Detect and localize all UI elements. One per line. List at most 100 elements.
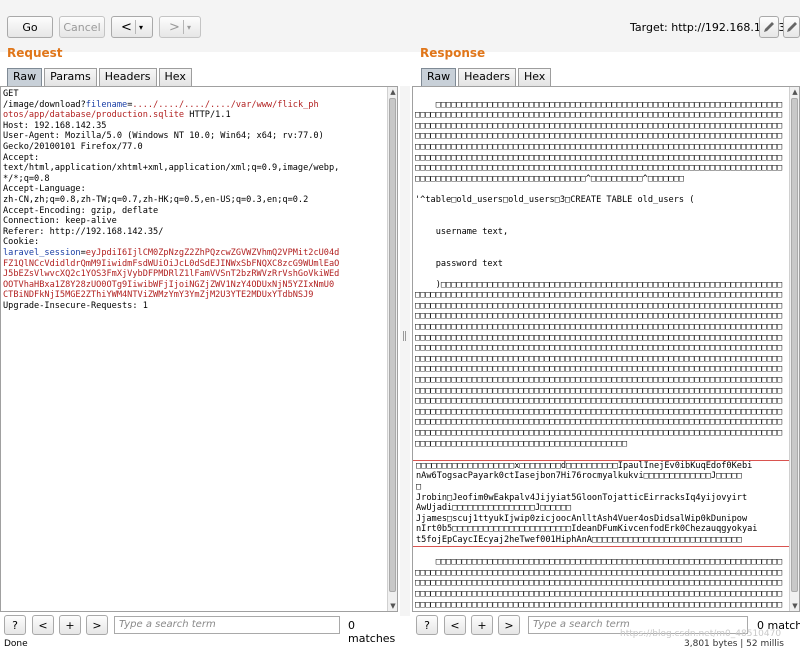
previous-match-button[interactable]: < [32, 615, 54, 635]
watermark: https://blog.csdn.net/m0_48510470 [620, 629, 782, 639]
top-toolbar: Go Cancel < ▾ > ▾ Target: http://192.168… [0, 0, 800, 52]
request-text-segment: Host: 192.168.142.35 [3, 120, 107, 131]
tab-request-hex[interactable]: Hex [158, 68, 192, 86]
response-table-line: username text, [415, 226, 509, 237]
request-line: Gecko/20100101 Firefox/77.0 [3, 142, 385, 153]
request-text-segment: zh-CN,zh;q=0.8,zh-TW;q=0.7,zh-HK;q=0.5,e… [3, 194, 309, 205]
response-scrollbar[interactable]: ▲ ▼ [789, 87, 799, 611]
request-text-segment: Connection: keep-alive [3, 216, 117, 227]
tab-response-headers[interactable]: Headers [458, 68, 516, 86]
param-name: laravel_session [3, 247, 81, 258]
request-text-segment: Accept-Encoding: gzip, deflate [3, 205, 159, 216]
request-line: J5bEZsVlwvcXQ2c1YOS3FmXjVybDFPMDRlZ1lFam… [3, 269, 385, 280]
request-line: Cookie: [3, 237, 385, 248]
request-line: Accept-Language: [3, 184, 385, 195]
request-text-segment: Accept-Language: [3, 184, 86, 195]
request-text-segment: GET [3, 89, 19, 99]
request-text[interactable]: GET/image/download?filename=..../..../..… [1, 87, 397, 311]
previous-match-button[interactable]: < [444, 615, 466, 635]
response-text[interactable]: □□□□□□□□□□□□□□□□□□□□□□□□□□□□□□□□□□□□□□□□… [413, 87, 799, 611]
scroll-down-icon[interactable]: ▼ [389, 602, 397, 610]
tab-request-headers[interactable]: Headers [98, 68, 157, 86]
forward-dropdown-icon[interactable]: ▾ [187, 23, 191, 32]
request-text-segment: text/html,application/xhtml+xml,applicat… [3, 163, 340, 174]
request-search-bar: ? < + > Type a search term 0 matches [0, 615, 400, 645]
scroll-thumb[interactable] [389, 98, 396, 592]
panel-divider[interactable] [400, 86, 410, 616]
param-value: OOTVhaHBxa1Z8Y28zUO0OTg9IiwibWFjIjoiNGZj… [3, 279, 335, 290]
param-value: CTBiNDFkNjI5MGE2ZThiYWM4NTViZWMzYmY3YmZj… [3, 290, 314, 301]
credential-line: Jjames□scuj1ttyukIjwip0zicjoocAnlltAsh4V… [416, 513, 748, 524]
credential-line: nIrt0b5□□□□□□□□□□□□□□□□□□□□□□□IdeanDFumK… [416, 524, 758, 535]
response-table-line: password text [415, 258, 503, 269]
request-text-segment: Referer: http://192.168.142.35/ [3, 226, 164, 237]
help-button[interactable]: ? [416, 615, 438, 635]
request-text-segment: Upgrade-Insecure-Requests: 1 [3, 300, 148, 311]
response-tabs: Raw Headers Hex [421, 68, 553, 86]
response-binary-block: □□□□□□□□□□□□□□□□□□□□□□□□□□□□□□□□□□□□□□□□… [415, 557, 783, 611]
scroll-up-icon[interactable]: ▲ [791, 88, 799, 96]
request-text-segment: /image/download? [3, 99, 86, 110]
request-text-segment: */*;q=0.8 [3, 173, 50, 184]
credential-line: □□□□□□□□□□□□□□□□□□□x□□□□□□□□d□□□□□□□□□□I… [416, 460, 753, 471]
response-editor[interactable]: □□□□□□□□□□□□□□□□□□□□□□□□□□□□□□□□□□□□□□□□… [412, 86, 800, 612]
edit-target-button[interactable] [759, 16, 779, 38]
add-button[interactable]: + [59, 615, 81, 635]
request-line: FZ1QlNCcVdidldrQmM9IiwidmFsdWUiOiJcL0dSd… [3, 259, 385, 270]
response-table-line: '^table□old_users□old_users□3□CREATE TAB… [415, 194, 695, 205]
request-title: Request [7, 46, 63, 60]
response-size: 3,801 bytes | 52 millis [684, 639, 784, 649]
request-line: Accept-Encoding: gzip, deflate [3, 206, 385, 217]
response-binary-block: )□□□□□□□□□□□□□□□□□□□□□□□□□□□□□□□□□□□□□□□… [415, 279, 783, 449]
param-value: ..../..../..../..../var/www/flick_ph [132, 99, 319, 110]
request-line: User-Agent: Mozilla/5.0 (Windows NT 10.0… [3, 131, 385, 142]
response-binary-block: □□□□□□□□□□□□□□□□□□□□□□□□□□□□□□□□□□□□□□□□… [415, 99, 783, 184]
pencil-icon [764, 22, 774, 32]
next-match-button[interactable]: > [86, 615, 108, 635]
response-title: Response [420, 46, 486, 60]
param-value: J5bEZsVlwvcXQ2c1YOS3FmXjVybDFPMDRlZ1lFam… [3, 269, 340, 280]
credential-line: □ [416, 481, 422, 492]
status-bar: Done 3,801 bytes | 52 millis [0, 639, 800, 649]
request-line: zh-CN,zh;q=0.8,zh-TW;q=0.7,zh-HK;q=0.5,e… [3, 195, 385, 206]
request-text-segment: User-Agent: Mozilla/5.0 (Windows NT 10.0… [3, 131, 324, 142]
next-match-button[interactable]: > [498, 615, 520, 635]
help-button[interactable] [783, 16, 800, 38]
scroll-down-icon[interactable]: ▼ [791, 602, 799, 610]
request-editor[interactable]: GET/image/download?filename=..../..../..… [0, 86, 398, 612]
tab-response-hex[interactable]: Hex [517, 68, 552, 86]
param-value: eyJpdiI6IjlCM0ZpNzgZ2ZhPQzcwZGVWZVhmQ2VP… [85, 247, 340, 258]
forward-button[interactable]: > ▾ [159, 16, 201, 38]
request-line: Accept: [3, 153, 385, 164]
request-text-segment: HTTP/1.1 [184, 110, 231, 121]
param-name: filename [85, 99, 128, 110]
tab-request-raw[interactable]: Raw [7, 68, 43, 86]
scroll-up-icon[interactable]: ▲ [389, 88, 397, 96]
back-button[interactable]: < ▾ [111, 16, 153, 38]
back-arrow-icon: < [121, 19, 132, 35]
request-line: Connection: keep-alive [3, 216, 385, 227]
scroll-thumb[interactable] [791, 98, 798, 592]
request-text-segment: Cookie: [3, 237, 40, 248]
add-button[interactable]: + [471, 615, 493, 635]
request-line: /image/download?filename=..../..../..../… [3, 100, 385, 111]
back-dropdown-icon[interactable]: ▾ [139, 23, 143, 32]
request-tabs: Raw Params Headers Hex [7, 68, 194, 86]
help-icon [787, 22, 797, 32]
request-line: CTBiNDFkNjI5MGE2ZThiYWM4NTViZWMzYmY3YmZj… [3, 290, 385, 301]
credential-line: t5fojEpCaycIEcyaj2heTwef001HiphAnA□□□□□□… [416, 534, 742, 545]
request-line: text/html,application/xhtml+xml,applicat… [3, 163, 385, 174]
help-button[interactable]: ? [4, 615, 26, 635]
request-search-input[interactable]: Type a search term [114, 616, 340, 634]
tab-response-raw[interactable]: Raw [421, 68, 457, 86]
tab-request-params[interactable]: Params [44, 68, 97, 86]
request-line: */*;q=0.8 [3, 174, 385, 185]
request-text-segment: Gecko/20100101 Firefox/77.0 [3, 141, 143, 152]
request-scrollbar[interactable]: ▲ ▼ [387, 87, 397, 611]
request-line: OOTVhaHBxa1Z8Y28zUO0OTg9IiwibWFjIjoiNGZj… [3, 280, 385, 291]
request-line: GET [3, 89, 385, 100]
go-button[interactable]: Go [7, 16, 53, 38]
credential-line: Jrobin□Jeofim0wEakpalv4Jijyiat5GloonToja… [416, 492, 748, 503]
param-value: otos/app/database/production.sqlite [3, 110, 185, 121]
cancel-button[interactable]: Cancel [59, 16, 105, 38]
